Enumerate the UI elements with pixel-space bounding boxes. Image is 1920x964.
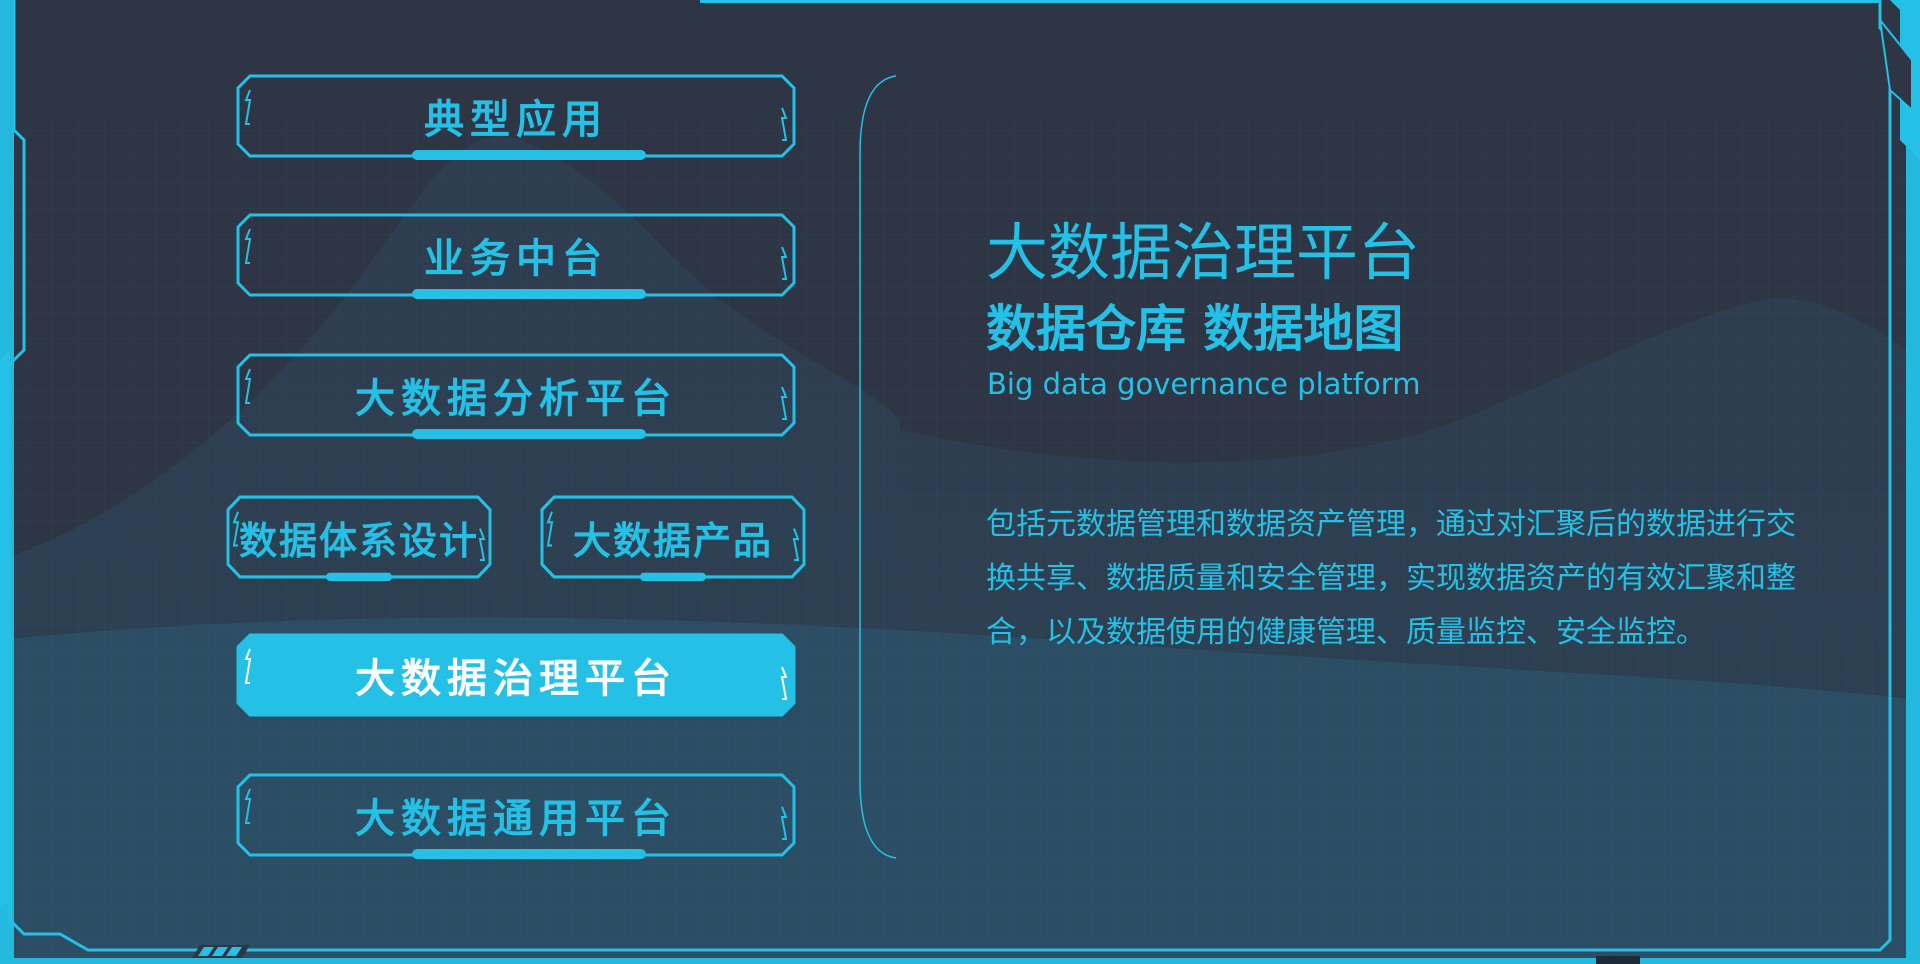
menu-item-typical-apps[interactable]: 典型应用 [236, 74, 796, 160]
menu-item-label: 大数据通用平台 [355, 796, 677, 842]
detail-english-title: Big data governance platform [987, 367, 1421, 401]
menu-item-label: 典型应用 [424, 97, 608, 143]
menu-item-data-system-design[interactable]: 数据体系设计 [226, 495, 492, 582]
menu-item-label: 大数据治理平台 [355, 656, 677, 702]
detail-description: 包括元数据管理和数据资产管理，通过对汇聚后的数据进行交换共享、数据质量和安全管理… [986, 507, 1796, 650]
menu-item-label: 大数据产品 [572, 518, 773, 563]
menu-item-label: 业务中台 [424, 236, 608, 282]
menu-item-big-data-products[interactable]: 大数据产品 [540, 495, 806, 582]
menu-item-big-data-governance[interactable]: 大数据治理平台 [236, 633, 796, 717]
menu-item-label: 数据体系设计 [238, 518, 479, 563]
menu-item-business-middle-platform[interactable]: 业务中台 [236, 213, 796, 299]
detail-subtitle: 数据仓库 数据地图 [986, 300, 1404, 358]
menu-item-big-data-general[interactable]: 大数据通用平台 [236, 773, 796, 859]
menu-item-big-data-analysis[interactable]: 大数据分析平台 [236, 353, 796, 439]
detail-title: 大数据治理平台 [986, 216, 1421, 289]
menu-item-label: 大数据分析平台 [355, 376, 677, 422]
divider-arc [859, 75, 897, 859]
